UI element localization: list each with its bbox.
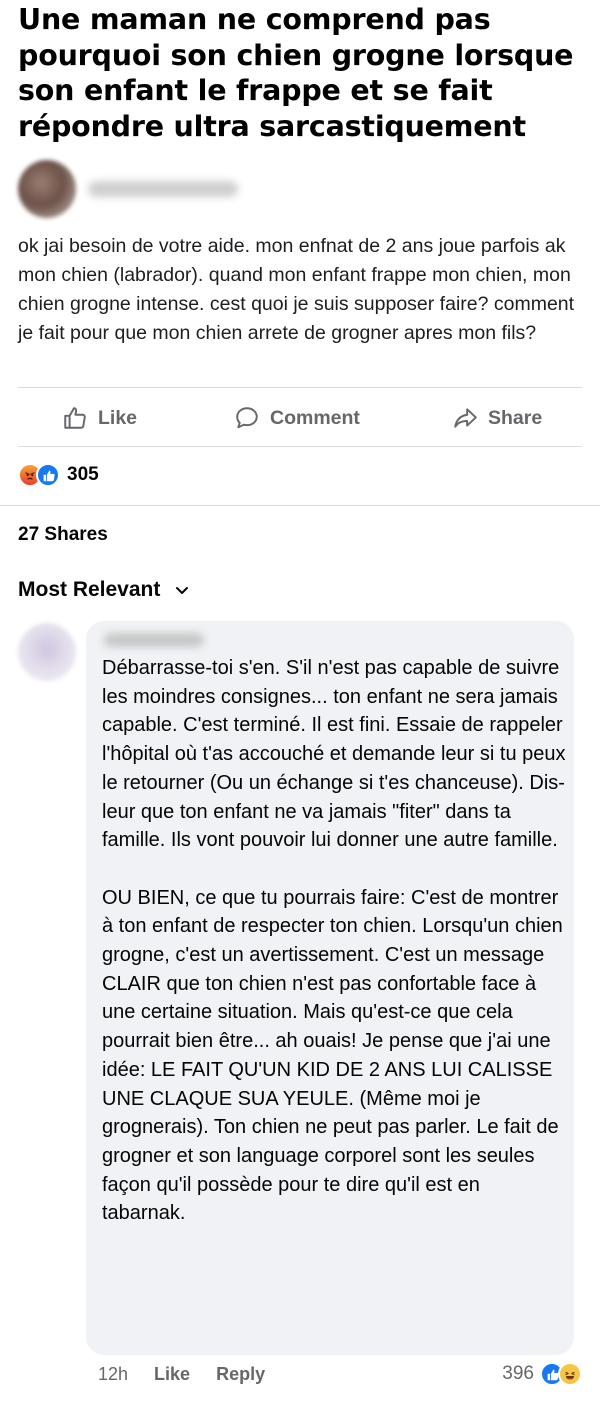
comment-meta: 12h Like Reply	[98, 1364, 265, 1385]
commenter-name-blurred[interactable]	[104, 633, 204, 647]
comment-label: Comment	[270, 406, 360, 429]
post-author	[18, 160, 238, 218]
comment-sort-dropdown[interactable]: Most Relevant	[18, 578, 190, 602]
divider	[18, 387, 582, 388]
share-label: Share	[488, 406, 543, 429]
comment-reactions[interactable]: 396	[502, 1362, 582, 1386]
sort-label: Most Relevant	[18, 578, 161, 601]
article-headline: Une maman ne comprend pas pourquoi son c…	[18, 3, 574, 143]
post-text: ok jai besoin de votre aide. mon enfnat …	[18, 235, 575, 344]
comment-bubble: Débarrasse-toi s'en. S'il n'est pas capa…	[86, 621, 574, 1355]
comment-paragraph: OU BIEN, ce que tu pourrais faire: C'est…	[102, 886, 563, 1225]
comment-reply-button[interactable]: Reply	[216, 1364, 265, 1385]
thumbs-up-icon	[64, 407, 86, 429]
author-avatar[interactable]	[18, 160, 76, 218]
chevron-down-icon	[176, 587, 189, 594]
post-reactions[interactable]: 305	[18, 463, 99, 487]
post-actions: Like Comment Share	[0, 400, 600, 436]
comment-like-button[interactable]: Like	[154, 1364, 190, 1385]
comment-bubble-icon	[236, 407, 258, 429]
divider	[18, 446, 582, 447]
comment-button[interactable]: Comment	[234, 400, 360, 436]
haha-reaction-icon	[558, 1362, 582, 1386]
like-button[interactable]: Like	[62, 400, 137, 436]
reaction-count: 305	[67, 464, 99, 485]
comment-paragraph: Débarrasse-toi s'en. S'il n'est pas capa…	[102, 657, 566, 852]
comment-reaction-count: 396	[502, 1363, 534, 1384]
share-arrow-icon	[454, 408, 477, 428]
shares-count[interactable]: 27 Shares	[18, 524, 108, 546]
like-reaction-icon	[36, 463, 60, 487]
like-label: Like	[98, 406, 138, 429]
divider	[0, 505, 600, 506]
commenter-avatar[interactable]	[18, 623, 76, 681]
comment-timestamp[interactable]: 12h	[98, 1364, 128, 1385]
author-name-blurred[interactable]	[88, 181, 238, 197]
comment-text: Débarrasse-toi s'en. S'il n'est pas capa…	[102, 654, 566, 1228]
share-button[interactable]: Share	[452, 400, 542, 436]
